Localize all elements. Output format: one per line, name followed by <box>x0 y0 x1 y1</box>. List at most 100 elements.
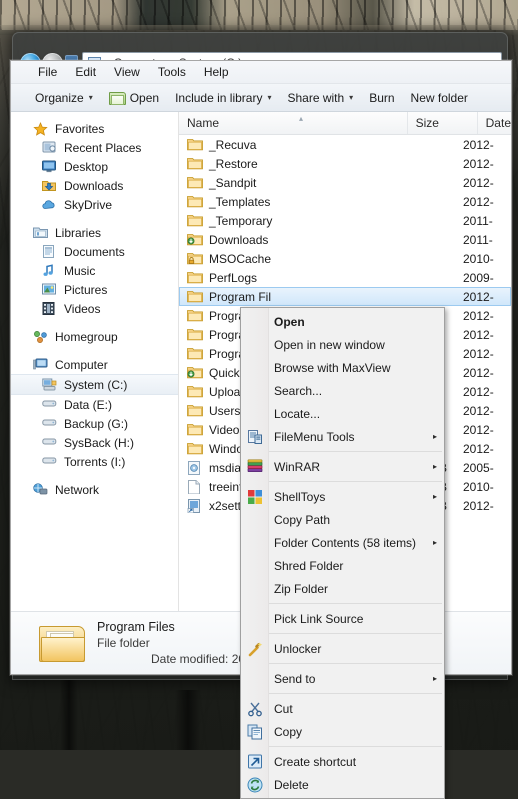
submenu-arrow-icon: ▸ <box>432 492 437 501</box>
nav-item-pictures[interactable]: Pictures <box>11 280 178 299</box>
downloads-folder-icon <box>187 366 204 380</box>
context-menu-item[interactable]: Copy <box>241 720 444 743</box>
toolbar-share-with[interactable]: Share with ▾ <box>279 88 361 108</box>
nav-item-system-c[interactable]: System (C:) <box>11 374 178 395</box>
nav-item-recent-places[interactable]: Recent Places <box>11 138 178 157</box>
nav-label-desktop: Desktop <box>64 159 109 174</box>
documents-icon <box>42 244 59 259</box>
nav-item-desktop[interactable]: Desktop <box>11 157 178 176</box>
context-menu-item[interactable]: Folder Contents (58 items) ▸ <box>241 531 444 554</box>
file-date-cell: 2012- <box>463 384 494 399</box>
folder-icon <box>187 138 204 152</box>
folder-icon <box>187 271 204 285</box>
column-header-name[interactable]: Name ▴ <box>179 112 407 134</box>
context-menu-item[interactable]: Browse with MaxView <box>241 356 444 379</box>
window-titlebar[interactable] <box>12 32 508 50</box>
menu-file[interactable]: File <box>29 63 66 81</box>
folder-icon <box>187 309 204 323</box>
pictures-icon <box>42 283 59 297</box>
file-date-cell: 2005- <box>463 460 494 475</box>
network-icon <box>33 482 50 497</box>
nav-item-music[interactable]: Music <box>11 261 178 280</box>
menu-bar: File Edit View Tools Help <box>11 61 511 84</box>
toolbar-new-folder[interactable]: New folder <box>403 88 476 108</box>
nav-item-torrents-i[interactable]: Torrents (I:) <box>11 452 178 471</box>
drive-icon <box>42 417 59 431</box>
context-menu-item[interactable]: FileMenu Tools ▸ <box>241 425 444 448</box>
file-row[interactable]: _Recuva 2012- <box>179 135 511 154</box>
nav-item-skydrive[interactable]: SkyDrive <box>11 195 178 214</box>
context-menu-item[interactable]: Create shortcut <box>241 750 444 773</box>
nav-item-downloads[interactable]: Downloads <box>11 176 178 195</box>
create-shortcut-icon <box>247 754 263 770</box>
context-menu[interactable]: Open Open in new window Browse with MaxVie… <box>240 307 445 799</box>
context-menu-item[interactable]: Unlocker <box>241 637 444 660</box>
context-menu-item[interactable]: Search... <box>241 379 444 402</box>
system-drive-icon <box>42 378 59 392</box>
toolbar-include-in-library[interactable]: Include in library ▾ <box>167 88 279 108</box>
unlocker-wand-icon <box>247 641 263 657</box>
nav-label-downloads: Downloads <box>64 178 124 193</box>
file-row[interactable]: PerfLogs 2009- <box>179 268 511 287</box>
file-name-label: _Templates <box>209 194 271 209</box>
context-menu-item[interactable]: Copy Path <box>241 508 444 531</box>
nav-group-homegroup[interactable]: Homegroup <box>11 327 178 346</box>
open-folder-icon <box>108 91 126 105</box>
file-row[interactable]: _Templates 2012- <box>179 192 511 211</box>
context-menu-item[interactable]: Cut <box>241 697 444 720</box>
file-name-cell: Downloads <box>187 233 377 247</box>
folder-icon <box>187 176 204 190</box>
context-menu-item[interactable]: ShellToys ▸ <box>241 485 444 508</box>
navigation-pane: Favorites Recent Places Desktop Download… <box>11 112 179 611</box>
menu-help[interactable]: Help <box>195 63 238 81</box>
nav-group-network[interactable]: Network <box>11 480 178 499</box>
shortcut-file-icon <box>187 498 204 513</box>
file-name-label: _Temporary <box>209 213 273 228</box>
wallpaper-tree-trunk <box>60 680 78 750</box>
column-header-date[interactable]: Date <box>476 112 511 134</box>
context-menu-item-label: Copy <box>274 724 303 739</box>
file-date-cell: 2012- <box>463 365 494 380</box>
file-date-cell: 2012- <box>463 156 494 171</box>
context-menu-item[interactable]: Pick Link Source <box>241 607 444 630</box>
context-menu-item[interactable]: WinRAR ▸ <box>241 455 444 478</box>
nav-item-data-e[interactable]: Data (E:) <box>11 395 178 414</box>
nav-label-backup-g: Backup (G:) <box>64 416 129 431</box>
nav-label-libraries: Libraries <box>55 225 102 240</box>
nav-group-favorites[interactable]: Favorites <box>11 119 178 138</box>
context-menu-item[interactable]: Open <box>241 310 444 333</box>
context-menu-item[interactable]: Zip Folder <box>241 577 444 600</box>
file-row[interactable]: _Sandpit 2012- <box>179 173 511 192</box>
folder-icon <box>187 404 204 418</box>
toolbar-organize[interactable]: Organize ▾ <box>27 88 101 108</box>
context-menu-item[interactable]: Delete <box>241 773 444 796</box>
command-toolbar: Organize ▾ Open Include in library ▾ Sha… <box>11 84 511 112</box>
menu-edit[interactable]: Edit <box>66 63 105 81</box>
file-name-cell: _Templates <box>187 195 377 209</box>
menu-tools[interactable]: Tools <box>149 63 195 81</box>
menu-view[interactable]: View <box>105 63 149 81</box>
file-row[interactable]: MSOCache 2010- <box>179 249 511 268</box>
context-menu-item[interactable]: Send to ▸ <box>241 667 444 690</box>
file-row-selected[interactable]: Program Fil 2012- <box>179 287 511 306</box>
column-header-size[interactable]: Size <box>406 112 477 134</box>
nav-item-documents[interactable]: Documents <box>11 242 178 261</box>
nav-item-sysback-h[interactable]: SysBack (H:) <box>11 433 178 452</box>
toolbar-burn[interactable]: Burn <box>361 88 402 108</box>
context-menu-item-label: Delete <box>274 777 309 792</box>
toolbar-open[interactable]: Open <box>101 88 167 108</box>
file-row[interactable]: _Temporary 2011- <box>179 211 511 230</box>
nav-item-backup-g[interactable]: Backup (G:) <box>11 414 178 433</box>
nav-item-videos[interactable]: Videos <box>11 299 178 318</box>
file-row[interactable]: _Restore 2012- <box>179 154 511 173</box>
folder-icon <box>187 423 204 437</box>
context-menu-item[interactable]: Locate... <box>241 402 444 425</box>
context-menu-item[interactable]: Open in new window <box>241 333 444 356</box>
context-menu-item[interactable]: Shred Folder <box>241 554 444 577</box>
winrar-icon <box>247 458 263 475</box>
file-row[interactable]: Downloads 2011- <box>179 230 511 249</box>
nav-group-computer[interactable]: Computer <box>11 355 178 374</box>
nav-group-libraries[interactable]: Libraries <box>11 223 178 242</box>
